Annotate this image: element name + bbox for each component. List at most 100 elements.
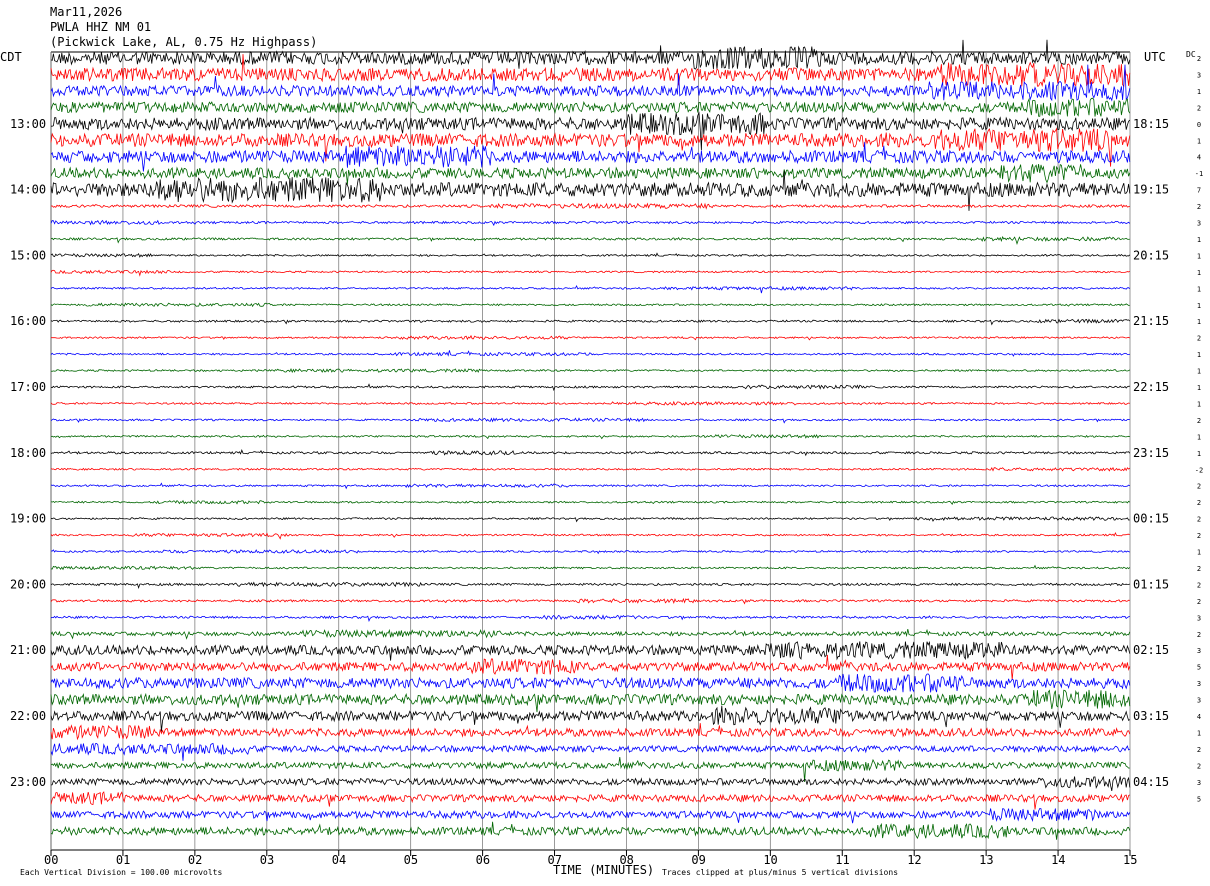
dc-offset-value: 2 (1197, 762, 1201, 770)
trace-line (50, 383, 1130, 392)
dc-offset-value: 1 (1197, 236, 1201, 244)
trace-line (50, 742, 1131, 761)
left-hour-label: 14:00 (10, 183, 46, 197)
trace-line (50, 723, 1131, 741)
trace-line (50, 499, 1131, 505)
trace-line (50, 269, 1130, 277)
trace-line (50, 302, 1130, 308)
trace-line (50, 219, 1131, 227)
dc-offset-value: 1 (1197, 318, 1201, 326)
trace-line (50, 597, 1130, 605)
dc-offset-value: 2 (1197, 499, 1201, 507)
trace-line (50, 252, 1131, 258)
dc-offset-value: 1 (1197, 285, 1201, 293)
header-location: (Pickwick Lake, AL, 0.75 Hz Highpass) (50, 35, 317, 49)
right-hour-label: 22:15 (1133, 380, 1169, 394)
trace-line (50, 791, 1130, 810)
left-hour-label: 13:00 (10, 117, 46, 131)
dc-offset-value: 2 (1197, 746, 1201, 754)
dc-offset-value: 2 (1197, 104, 1201, 112)
left-hour-label: 21:00 (10, 643, 46, 657)
vertical-division-note: Each Vertical Division = 100.00 microvol… (20, 868, 222, 877)
trace-line (50, 808, 1131, 824)
x-tick-label: 02 (188, 853, 202, 867)
right-hour-label: 21:15 (1133, 314, 1169, 328)
dc-offset-value: 3 (1197, 71, 1201, 79)
trace-line (50, 334, 1131, 341)
trace-line (50, 202, 1130, 210)
right-hour-label: 18:15 (1133, 117, 1169, 131)
dc-offset-value: 1 (1197, 549, 1201, 557)
dc-offset-value: 2 (1197, 565, 1201, 573)
dc-offset-value: 3 (1197, 647, 1201, 655)
trace-line (50, 549, 1131, 555)
left-hour-label: 16:00 (10, 314, 46, 328)
header-date: Mar11,2026 (50, 5, 122, 19)
trace-line (50, 705, 1131, 732)
trace-line (50, 170, 1131, 211)
trace-line (50, 466, 1131, 472)
x-axis-title: TIME (MINUTES) (553, 863, 654, 877)
trace-line (50, 564, 1131, 571)
dc-offset-value: 5 (1197, 795, 1201, 803)
right-hour-label: 02:15 (1133, 643, 1169, 657)
dc-offset-value: 1 (1197, 351, 1201, 359)
left-hour-label: 20:00 (10, 577, 46, 591)
trace-line (50, 400, 1130, 406)
dc-offset-value: -1 (1195, 170, 1203, 178)
trace-line (50, 640, 1131, 661)
dc-offset-value: 2 (1197, 55, 1201, 63)
trace-line (50, 614, 1130, 622)
trace-line (50, 284, 1131, 294)
dc-offset-value: 1 (1197, 400, 1201, 408)
x-tick-label: 01 (116, 853, 130, 867)
dc-offset-value: 7 (1197, 187, 1201, 195)
dc-header-label: DC (1186, 50, 1196, 59)
dc-offset-value: 2 (1197, 532, 1201, 540)
dc-offset-value: 5 (1197, 664, 1201, 672)
trace-line (50, 628, 1131, 640)
trace-line (50, 54, 1131, 88)
dc-offset-value: 1 (1197, 252, 1201, 260)
dc-offset-value: 1 (1197, 433, 1201, 441)
trace-line (50, 97, 1131, 117)
dc-offset-value: 1 (1197, 450, 1201, 458)
trace-line (50, 163, 1131, 185)
trace-line (50, 821, 1131, 840)
dc-offset-value: 3 (1197, 697, 1201, 705)
dc-offset-value: 2 (1197, 417, 1201, 425)
trace-line (50, 318, 1131, 326)
right-hour-label: 03:15 (1133, 709, 1169, 723)
trace-line (50, 532, 1130, 540)
clip-note: Traces clipped at plus/minus 5 vertical … (662, 868, 898, 877)
dc-offset-value: 2 (1197, 483, 1201, 491)
right-hour-label: 00:15 (1133, 512, 1169, 526)
dc-offset-value: 3 (1197, 779, 1201, 787)
x-tick-label: 12 (907, 853, 921, 867)
dc-offset-value: 3 (1197, 680, 1201, 688)
right-hour-label: 19:15 (1133, 183, 1169, 197)
dc-offset-value: 1 (1197, 269, 1201, 277)
dc-offset-value: 2 (1197, 581, 1201, 589)
trace-line (50, 775, 1131, 791)
trace-line (50, 516, 1130, 523)
dc-offset-value: 2 (1197, 516, 1201, 524)
right-hour-label: 04:15 (1133, 775, 1169, 789)
dc-offset-value: 2 (1197, 203, 1201, 211)
trace-line (50, 581, 1130, 589)
x-tick-label: 07 (548, 853, 562, 867)
dc-offset-value: 1 (1197, 384, 1201, 392)
x-tick-label: 05 (404, 853, 418, 867)
dc-offset-value: 4 (1197, 154, 1201, 162)
x-tick-label: 03 (260, 853, 274, 867)
dc-offset-value: 1 (1197, 302, 1201, 310)
dc-offset-value: 1 (1197, 88, 1201, 96)
trace-line (50, 757, 1130, 783)
right-hour-label: 20:15 (1133, 248, 1169, 262)
dc-offset-value: 1 (1197, 137, 1201, 145)
trace-line (50, 367, 1131, 374)
left-hour-label: 22:00 (10, 709, 46, 723)
left-hour-label: 19:00 (10, 512, 46, 526)
x-tick-label: 14 (1051, 853, 1065, 867)
trace-line (50, 654, 1131, 680)
